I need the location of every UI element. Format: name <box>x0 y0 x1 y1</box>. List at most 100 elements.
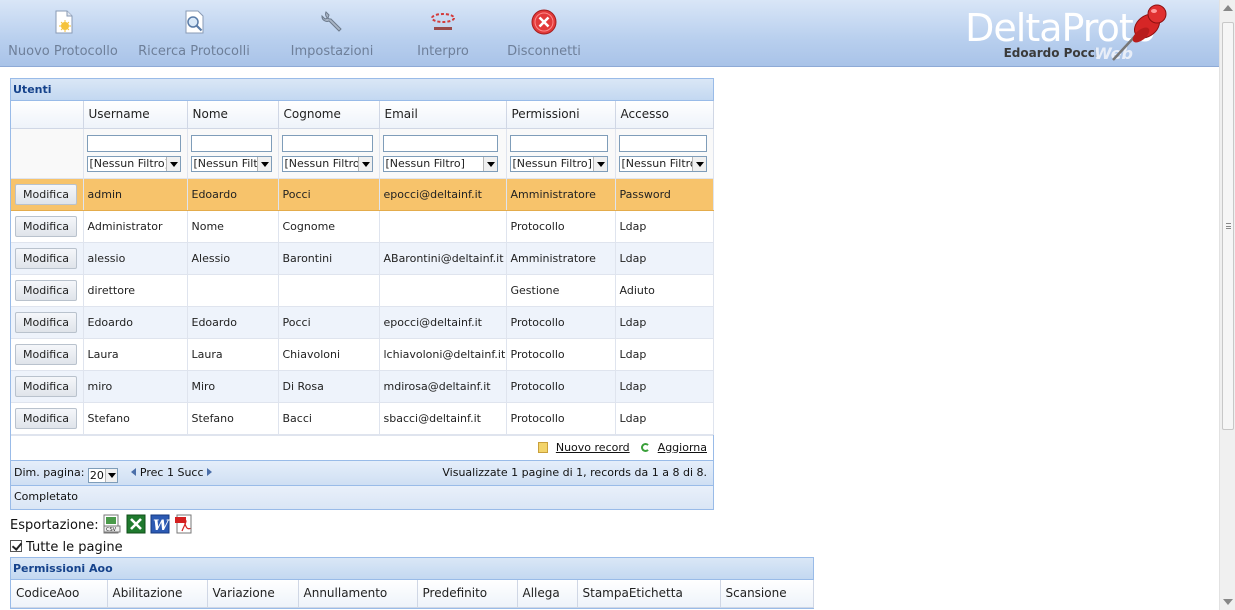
next-page-link[interactable]: Succ <box>177 466 203 479</box>
filter-input-email[interactable] <box>382 134 499 152</box>
page-size-value: 20 <box>89 468 104 482</box>
table-row[interactable]: Modifica Edoardo Edoardo Pocci epocci@de… <box>11 306 714 339</box>
prev-page-link[interactable]: Prec <box>140 466 164 479</box>
all-pages-checkbox[interactable] <box>10 540 22 552</box>
column-header-allega[interactable]: Allega <box>517 580 578 608</box>
all-pages-label: Tutte le pagine <box>26 540 123 555</box>
top-toolbar: Nuovo Protocollo Ricerca Protocolli Impo… <box>0 0 1219 67</box>
new-document-icon <box>55 10 73 34</box>
svg-text:W: W <box>153 518 170 534</box>
cell-permissioni: Protocollo <box>506 370 616 403</box>
edit-button[interactable]: Modifica <box>15 215 77 237</box>
chevron-down-icon[interactable] <box>357 156 372 171</box>
edit-cell: Modifica <box>11 178 84 211</box>
cell-accesso: Ldap <box>615 306 714 339</box>
edit-button[interactable]: Modifica <box>15 247 77 269</box>
cell-permissioni: Gestione <box>506 274 616 307</box>
word-icon[interactable]: W <box>150 514 170 534</box>
column-header-annullamento[interactable]: Annullamento <box>298 580 418 608</box>
chevron-down-icon[interactable] <box>483 156 498 171</box>
pdf-icon[interactable] <box>174 514 194 534</box>
table-row[interactable]: Modifica Stefano Stefano Bacci sbacci@de… <box>11 402 714 435</box>
filter-select-accesso[interactable]: [Nessun Filtro] <box>618 155 707 172</box>
column-header-cognome[interactable]: Cognome <box>278 101 380 129</box>
column-header-predefinito[interactable]: Predefinito <box>417 580 518 608</box>
table-row[interactable]: Modifica alessio Alessio Barontini ABaro… <box>11 242 714 275</box>
filter-cell-username: [Nessun Filtro] <box>83 128 188 179</box>
current-page-number[interactable]: 1 <box>167 466 174 479</box>
settings-button[interactable]: Impostazioni <box>284 0 380 66</box>
cell-permissioni: Protocollo <box>506 338 616 371</box>
table-row[interactable]: Modifica admin Edoardo Pocci epocci@delt… <box>11 178 714 211</box>
chevron-down-icon[interactable] <box>104 468 117 482</box>
filter-select-permissioni[interactable]: [Nessun Filtro] <box>509 155 609 172</box>
cell-email: lchiavoloni@deltainf.it <box>379 338 507 371</box>
column-header-nome[interactable]: Nome <box>187 101 279 129</box>
refresh-link[interactable]: Aggiorna <box>658 441 707 454</box>
search-protocols-button[interactable]: Ricerca Protocolli <box>136 0 252 66</box>
edit-button[interactable]: Modifica <box>15 279 77 301</box>
prev-page-arrow-icon[interactable] <box>131 467 137 476</box>
table-row[interactable]: Modifica Laura Laura Chiavoloni lchiavol… <box>11 338 714 371</box>
page-size-select[interactable]: 20 <box>87 467 118 483</box>
filter-input-permissioni[interactable] <box>509 134 609 152</box>
csv-icon[interactable]: CSV <box>102 514 122 534</box>
table-row[interactable]: Modifica direttore Gestione Adiuto <box>11 274 714 307</box>
edit-button[interactable]: Modifica <box>15 407 77 429</box>
edit-cell: Modifica <box>11 306 84 339</box>
filter-input-username[interactable] <box>86 134 181 152</box>
filter-select-email[interactable]: [Nessun Filtro] <box>382 155 499 172</box>
interpro-logo-icon <box>431 13 455 30</box>
vertical-scrollbar[interactable] <box>1219 0 1235 610</box>
filter-input-cognome[interactable] <box>281 134 373 152</box>
column-header-username[interactable]: Username <box>83 101 188 129</box>
users-panel: Utenti Username Nome Cognome Email Permi… <box>10 78 714 510</box>
disconnect-button[interactable]: Disconnetti <box>503 0 585 66</box>
column-header-permissioni[interactable]: Permissioni <box>506 101 616 129</box>
cell-nome: Edoardo <box>187 178 279 211</box>
new-protocol-button[interactable]: Nuovo Protocollo <box>6 0 120 66</box>
edit-cell: Modifica <box>11 370 84 403</box>
cell-email: epocci@deltainf.it <box>379 306 507 339</box>
interpro-button[interactable]: Interpro <box>404 0 482 66</box>
chevron-down-icon[interactable] <box>593 156 608 171</box>
filter-select-nome[interactable]: [Nessun Filtro] <box>190 155 273 172</box>
column-header-stampaetichetta[interactable]: StampaEtichetta <box>577 580 721 608</box>
edit-button[interactable]: Modifica <box>15 183 77 205</box>
cell-accesso: Adiuto <box>615 274 714 307</box>
cell-accesso: Ldap <box>615 402 714 435</box>
filter-input-nome[interactable] <box>190 134 273 152</box>
cell-username: alessio <box>83 242 188 275</box>
excel-icon[interactable] <box>126 514 146 534</box>
table-row[interactable]: Modifica miro Miro Di Rosa mdirosa@delta… <box>11 370 714 403</box>
column-header-abilitazione[interactable]: Abilitazione <box>107 580 208 608</box>
column-header-codiceaoo[interactable]: CodiceAoo <box>11 580 108 608</box>
filter-input-accesso[interactable] <box>618 134 707 152</box>
edit-button[interactable]: Modifica <box>15 311 77 333</box>
new-record-icon[interactable] <box>538 441 549 453</box>
refresh-icon[interactable] <box>641 442 651 452</box>
disconnect-icon <box>531 9 557 35</box>
cell-email <box>379 274 507 307</box>
scrollbar-thumb[interactable] <box>1222 22 1234 430</box>
search-document-icon <box>185 10 204 34</box>
new-protocol-label: Nuovo Protocollo <box>8 44 118 59</box>
edit-button[interactable]: Modifica <box>15 343 77 365</box>
column-header-accesso[interactable]: Accesso <box>615 101 714 129</box>
chevron-down-icon[interactable] <box>691 156 706 171</box>
column-header-variazione[interactable]: Variazione <box>207 580 299 608</box>
column-header-scansione[interactable]: Scansione <box>720 580 814 608</box>
scroll-up-arrow-icon[interactable] <box>1223 5 1233 11</box>
chevron-down-icon[interactable] <box>257 156 272 171</box>
chevron-down-icon[interactable] <box>165 156 180 171</box>
table-row[interactable]: Modifica Administrator Nome Cognome Prot… <box>11 210 714 243</box>
filter-select-username[interactable]: [Nessun Filtro] <box>86 155 181 172</box>
next-page-arrow-icon[interactable] <box>207 467 213 476</box>
filter-select-cognome[interactable]: [Nessun Filtro] <box>281 155 373 172</box>
cell-cognome: Pocci <box>278 178 380 211</box>
edit-button[interactable]: Modifica <box>15 375 77 397</box>
column-header-email[interactable]: Email <box>379 101 507 129</box>
scroll-down-arrow-icon[interactable] <box>1223 599 1233 605</box>
new-record-link[interactable]: Nuovo record <box>556 441 630 454</box>
all-pages-option[interactable]: Tutte le pagine <box>10 540 123 555</box>
